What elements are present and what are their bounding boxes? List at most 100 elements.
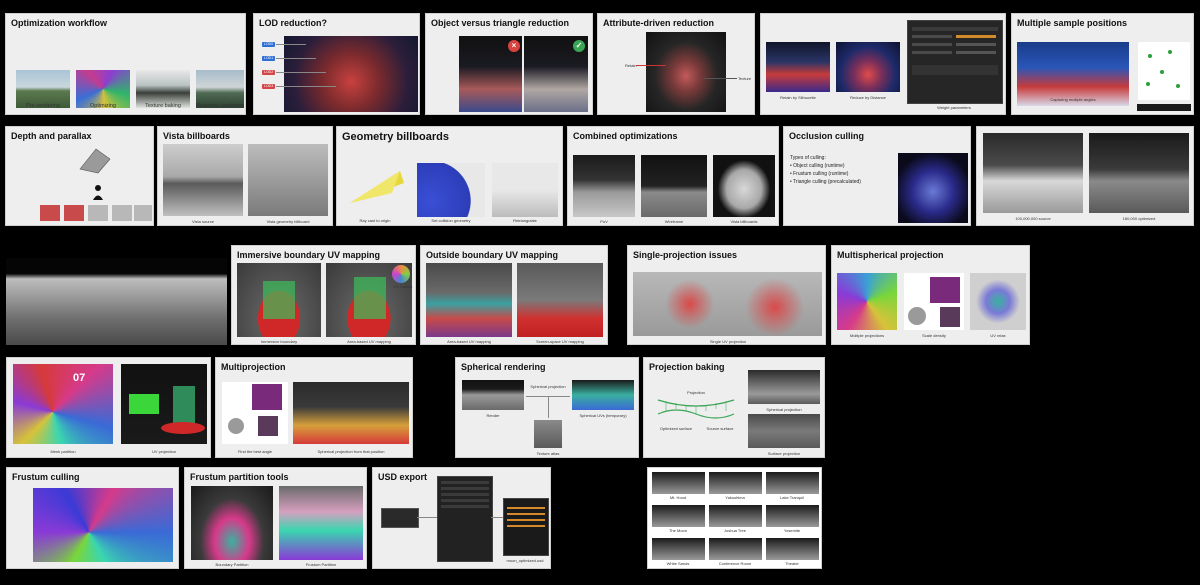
slide-projection-baking[interactable]: Projection baking Projection Optimized s… bbox=[643, 357, 825, 458]
caption: Find the best angle bbox=[237, 449, 273, 454]
caption: Ray cast to origin bbox=[359, 218, 391, 223]
slide-spherical-rendering[interactable]: Spherical rendering Spherical projection… bbox=[455, 357, 639, 458]
slide-mesh-partition[interactable]: 07 Mesh partition UV projection bbox=[6, 357, 211, 458]
environment-thumbnail[interactable] bbox=[709, 505, 762, 527]
camera-toolbar bbox=[1137, 104, 1191, 111]
caption: Reduce by Distance bbox=[850, 95, 886, 100]
environment-caption: Yosemite bbox=[783, 528, 801, 533]
slide-attribute-driven[interactable]: Attribute-driven reduction Retain Textur… bbox=[597, 13, 755, 115]
uv-projection-render bbox=[121, 364, 207, 444]
node-thumb bbox=[381, 508, 419, 528]
lod-label: LOD1 bbox=[262, 56, 276, 61]
lod-label: LOD3 bbox=[262, 84, 276, 89]
lod-label: LOD0 bbox=[262, 42, 276, 47]
object-render bbox=[78, 145, 112, 175]
slide-multispherical[interactable]: Multispherical projection Multiple proje… bbox=[831, 245, 1030, 345]
distance-render bbox=[836, 42, 900, 92]
immersive-boundary-render bbox=[237, 263, 321, 337]
multiple-projections-render bbox=[837, 273, 897, 330]
slide-title: Frustum partition tools bbox=[190, 472, 289, 482]
caption: Area-based UV mapping bbox=[447, 339, 491, 344]
culling-item: • Object culling (runtime) bbox=[790, 163, 845, 169]
slide-title: Projection baking bbox=[649, 362, 725, 372]
attribute-render bbox=[646, 32, 726, 112]
moon-surface-photo bbox=[6, 258, 227, 345]
surface-projection-thumb bbox=[748, 414, 820, 448]
slide-object-vs-triangle[interactable]: Object versus triangle reduction × ✓ bbox=[425, 13, 593, 115]
caption: Retain by Silhouette bbox=[780, 95, 816, 100]
slide-title: Optimization workflow bbox=[11, 18, 107, 28]
slide-title: Frustum culling bbox=[12, 472, 80, 482]
annotation-label: Retain bbox=[625, 63, 637, 68]
slide-combined-optimizations[interactable]: Combined optimizations PoV Wireframe Vis… bbox=[567, 126, 779, 226]
slide-title: Combined optimizations bbox=[573, 131, 678, 141]
caption: UV relax bbox=[990, 333, 1006, 338]
uv-relax-render bbox=[970, 273, 1026, 330]
caption: 100,000,000 source bbox=[1015, 216, 1051, 221]
optimized-render bbox=[1089, 133, 1189, 213]
slide-weight-parameters[interactable]: Retain by Silhouette Reduce by Distance … bbox=[760, 13, 1006, 115]
slide-outside-boundary[interactable]: Outside boundary UV mapping Area-based U… bbox=[420, 245, 608, 345]
environment-caption: Lake Tranquil bbox=[779, 495, 805, 500]
slide-title: Outside boundary UV mapping bbox=[426, 250, 559, 260]
file-caption: moon_optimized.usd bbox=[506, 558, 544, 563]
slide-multiprojection[interactable]: Multiprojection Find the best angle Sphe… bbox=[215, 357, 413, 458]
caption: Surface projection bbox=[767, 451, 801, 456]
frustum-partition-render bbox=[279, 486, 363, 560]
single-projection-render bbox=[633, 272, 822, 336]
slide-frustum-partition[interactable]: Frustum partition tools Boundary Partiti… bbox=[184, 467, 367, 569]
environment-caption: The Moon bbox=[668, 528, 688, 533]
slide-title: Occlusion culling bbox=[789, 131, 865, 141]
slide-title: Depth and parallax bbox=[11, 131, 92, 141]
slide-occlusion-culling[interactable]: Occlusion culling Types of culling: • Ob… bbox=[783, 126, 971, 226]
spherical-projection-thumb bbox=[748, 370, 820, 404]
parallax-frame bbox=[40, 205, 60, 221]
slide-immersive-boundary[interactable]: Immersive boundary UV mapping UV Layout … bbox=[231, 245, 416, 345]
parameters-panel bbox=[907, 20, 1003, 104]
slide-depth-parallax[interactable]: Depth and parallax bbox=[5, 126, 154, 226]
caption: PoV bbox=[600, 219, 608, 224]
environment-thumbnail[interactable] bbox=[766, 472, 819, 494]
slide-title: Spherical rendering bbox=[461, 362, 546, 372]
projection-diagram bbox=[656, 392, 736, 422]
culling-list: Types of culling: • Object culling (runt… bbox=[790, 154, 861, 186]
environment-thumbnail[interactable] bbox=[652, 505, 705, 527]
caption: Screen-space UV mapping bbox=[536, 339, 584, 344]
caption: Capturing multiple angles bbox=[1050, 97, 1096, 102]
environment-thumbnail[interactable] bbox=[766, 505, 819, 527]
slide-environments[interactable]: Mt. Hood Yakushima Lake Tranquil The Moon Jo… bbox=[647, 467, 822, 569]
ray-cast-render bbox=[342, 163, 408, 217]
slide-title: Vista billboards bbox=[163, 131, 230, 141]
caption: Spherical projection from that position bbox=[317, 449, 385, 454]
environment-thumbnail[interactable] bbox=[652, 472, 705, 494]
render-thumb bbox=[462, 380, 524, 410]
environment-thumbnail[interactable] bbox=[766, 538, 819, 560]
caption: Vista source bbox=[192, 219, 214, 224]
pov-render bbox=[573, 155, 635, 217]
environment-caption: Mt. Hood bbox=[669, 495, 687, 500]
x-icon: × bbox=[508, 40, 520, 52]
culling-item: • Triangle culling (precalculated) bbox=[790, 179, 861, 185]
diagram-label: Optimized surface bbox=[659, 426, 693, 431]
best-angle-render bbox=[222, 382, 288, 444]
slide-frustum-culling[interactable]: Frustum culling bbox=[6, 467, 179, 569]
slide-usd-export[interactable]: USD export moon_optimized.usd bbox=[372, 467, 551, 569]
caption: Single UV projection bbox=[709, 339, 747, 344]
culling-heading: Types of culling: bbox=[790, 155, 826, 161]
diagram-label: Source surface bbox=[706, 426, 734, 431]
slide-lod-reduction[interactable]: LOD reduction? LOD0 LOD1 LOD2 LOD3 bbox=[253, 13, 420, 115]
environment-thumbnail[interactable] bbox=[652, 538, 705, 560]
caption: Set collision geometry bbox=[431, 218, 471, 223]
slide-single-projection[interactable]: Single-projection issues Single UV proje… bbox=[627, 245, 826, 345]
slide-multiple-sample-positions[interactable]: Multiple sample positions Capturing mult… bbox=[1011, 13, 1194, 115]
parallax-frame bbox=[88, 205, 108, 221]
arrow-label: Spherical projection bbox=[530, 384, 566, 389]
slide-source-optimized[interactable]: 100,000,000 source 180,000 optimized bbox=[976, 126, 1194, 226]
sample-position-graph bbox=[1138, 42, 1190, 100]
slide-optimization-workflow[interactable]: Optimization workflow Pre-rendering Opti… bbox=[5, 13, 246, 115]
environment-thumbnail[interactable] bbox=[709, 538, 762, 560]
source-render bbox=[983, 133, 1083, 213]
environment-thumbnail[interactable] bbox=[709, 472, 762, 494]
slide-vista-billboards[interactable]: Vista billboards Vista source Vista geom… bbox=[157, 126, 333, 226]
slide-geometry-billboards[interactable]: Geometry billboards Ray cast to origin S… bbox=[336, 126, 563, 226]
